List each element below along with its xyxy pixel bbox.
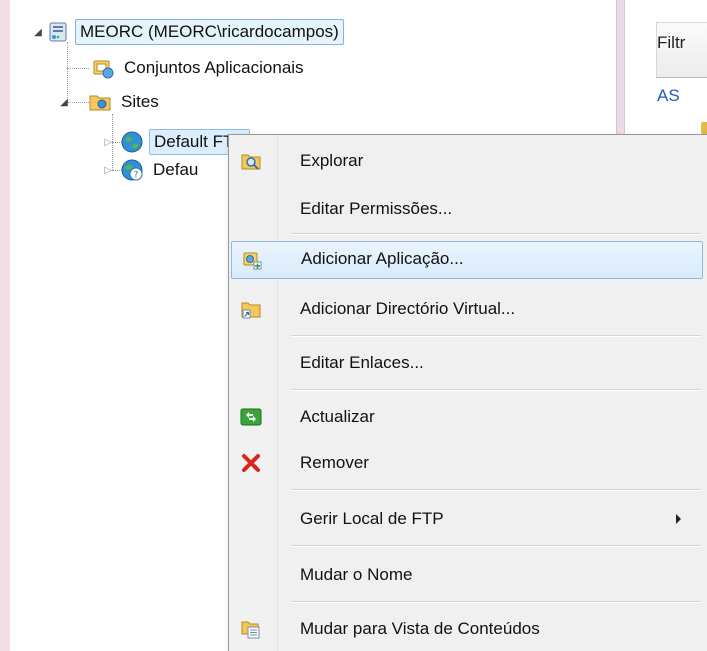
server-icon: [46, 20, 70, 44]
menu-item-label: Adicionar Aplicação...: [301, 249, 464, 268]
menu-item-label: Mudar para Vista de Conteúdos: [300, 619, 540, 638]
menu-separator: [291, 489, 701, 491]
app-pools-label[interactable]: Conjuntos Aplicacionais: [120, 56, 308, 80]
expand-right-icon[interactable]: ▷: [102, 136, 114, 148]
expand-down-icon[interactable]: ◢: [32, 26, 44, 38]
tree-node-sites[interactable]: ◢ Sites: [58, 88, 163, 116]
tree-node-default-web[interactable]: ▷ ? Defau: [102, 156, 202, 184]
explore-icon: [240, 150, 262, 172]
menu-item-refresh[interactable]: Actualizar: [231, 399, 701, 435]
menu-item-label: Remover: [300, 453, 369, 472]
context-menu: Explorar Editar Permissões... Adicionar …: [228, 134, 707, 651]
application-pools-icon: [91, 56, 115, 80]
add-virtual-directory-icon: [240, 298, 262, 320]
add-application-icon: [241, 249, 263, 271]
menu-separator: [291, 335, 701, 337]
sites-label[interactable]: Sites: [117, 90, 163, 114]
menu-item-rename[interactable]: Mudar o Nome: [231, 557, 701, 593]
menu-item-label: Editar Enlaces...: [300, 353, 424, 372]
menu-item-label: Editar Permissões...: [300, 199, 453, 218]
tree-node-app-pools[interactable]: Conjuntos Aplicacionais: [91, 54, 308, 82]
asp-group-label[interactable]: AS: [657, 86, 680, 106]
menu-item-label: Mudar o Nome: [300, 565, 413, 584]
content-view-icon: [240, 618, 262, 640]
menu-item-edit-bindings[interactable]: Editar Enlaces...: [231, 345, 701, 381]
menu-item-add-application[interactable]: Adicionar Aplicação...: [231, 241, 703, 279]
tree-connector: [67, 68, 89, 69]
menu-item-add-virtual-directory[interactable]: Adicionar Directório Virtual...: [231, 291, 701, 327]
submenu-arrow-icon: [676, 514, 681, 524]
server-node-label[interactable]: MEORC (MEORC\ricardocampos): [75, 19, 344, 45]
menu-item-edit-permissions[interactable]: Editar Permissões...: [231, 191, 701, 227]
feature-icon: [701, 122, 707, 134]
sites-folder-icon: [88, 90, 112, 114]
menu-item-label: Adicionar Directório Virtual...: [300, 299, 516, 318]
default-web-label[interactable]: Defau: [149, 158, 202, 182]
refresh-icon: [240, 406, 262, 428]
menu-item-label: Explorar: [300, 151, 364, 170]
expand-down-icon[interactable]: ◢: [58, 96, 70, 108]
menu-item-label: Gerir Local de FTP: [300, 509, 444, 528]
menu-separator: [291, 233, 701, 235]
menu-item-manage-ftp-site[interactable]: Gerir Local de FTP: [231, 501, 701, 537]
menu-separator: [291, 545, 701, 547]
menu-separator: [291, 601, 701, 603]
svg-text:?: ?: [134, 171, 139, 181]
tree-node-server[interactable]: ◢ MEORC (MEORC\ricardocampos): [32, 18, 344, 46]
menu-item-label: Actualizar: [300, 407, 375, 426]
globe-icon: [120, 130, 144, 154]
menu-item-switch-content-view[interactable]: Mudar para Vista de Conteúdos: [231, 611, 701, 647]
remove-icon: [240, 452, 262, 474]
menu-item-explore[interactable]: Explorar: [231, 143, 701, 179]
expand-right-icon[interactable]: ▷: [102, 164, 114, 176]
filter-label[interactable]: Filtr: [657, 33, 685, 53]
menu-item-remove[interactable]: Remover: [231, 445, 701, 481]
menu-separator: [291, 389, 701, 391]
globe-help-icon: ?: [120, 158, 144, 182]
